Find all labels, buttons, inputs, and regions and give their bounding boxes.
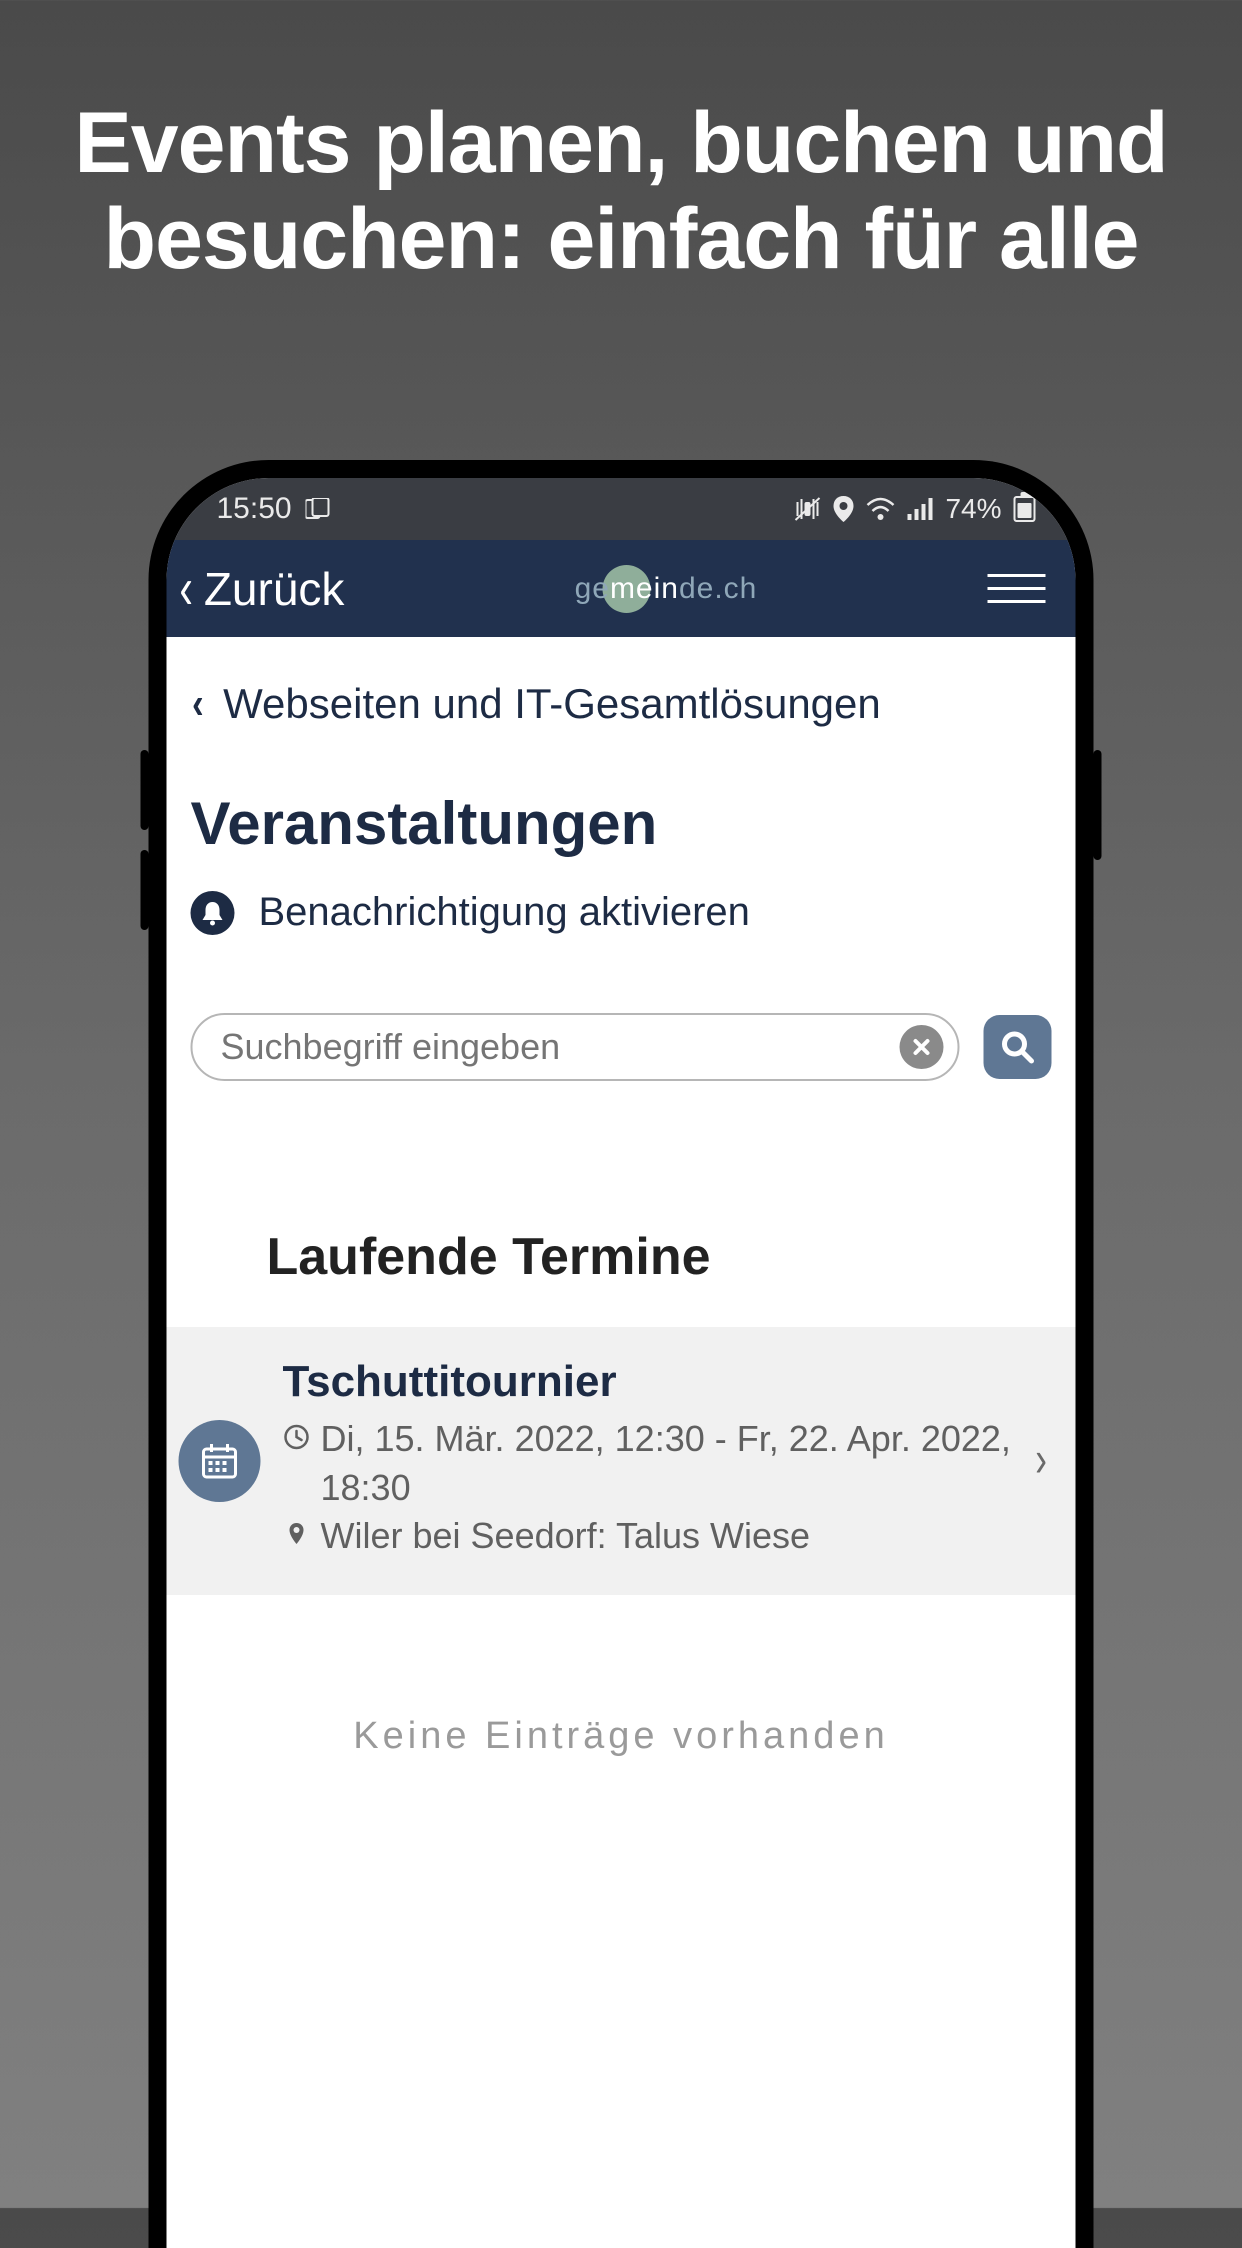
search-field[interactable]: [191, 1013, 960, 1081]
event-when: Di, 15. Mär. 2022, 12:30 - Fr, 22. Apr. …: [321, 1415, 1023, 1512]
status-time: 15:50: [217, 492, 292, 526]
calendar-icon: [179, 1420, 261, 1502]
search-icon: [1000, 1029, 1036, 1065]
section-title: Laufende Termine: [167, 1087, 1076, 1327]
clear-search-button[interactable]: [900, 1025, 944, 1069]
signal-icon: [907, 498, 933, 520]
task-icon: [306, 498, 330, 520]
breadcrumb[interactable]: ‹ Webseiten und IT-Gesamtlösungen: [167, 637, 1076, 767]
event-where: Wiler bei Seedorf: Talus Wiese: [321, 1512, 1023, 1561]
close-icon: [911, 1036, 933, 1058]
back-button[interactable]: ‹ Zurück: [177, 560, 345, 618]
pin-icon: [283, 1512, 311, 1561]
phone-mockup: 15:50: [149, 460, 1094, 2248]
battery-percentage: 74%: [945, 493, 1001, 525]
event-list-item[interactable]: Tschuttitournier Di, 15. Mär. 2022, 12:3…: [167, 1327, 1076, 1595]
page-title: Veranstaltungen: [167, 767, 1076, 886]
location-icon: [833, 496, 853, 522]
content-area: ‹ Webseiten und IT-Gesamtlösungen Verans…: [167, 637, 1076, 1758]
bell-icon: [191, 891, 235, 935]
wifi-icon: [865, 497, 895, 521]
search-button[interactable]: [984, 1015, 1052, 1079]
breadcrumb-label: Webseiten und IT-Gesamtlösungen: [223, 680, 881, 728]
back-label: Zurück: [204, 562, 345, 616]
chevron-right-icon: ›: [1027, 1430, 1047, 1488]
promo-headline: Events planen, buchen und besuchen: einf…: [0, 0, 1242, 288]
status-bar: 15:50: [167, 478, 1076, 540]
empty-state-message: Keine Einträge vorhanden: [167, 1595, 1076, 1758]
search-input[interactable]: [221, 1026, 900, 1068]
chevron-left-icon: ‹: [192, 679, 204, 729]
event-title: Tschuttitournier: [283, 1357, 1023, 1407]
menu-button[interactable]: [988, 574, 1046, 603]
notify-label: Benachrichtigung aktivieren: [259, 890, 750, 935]
search-row: [167, 985, 1076, 1087]
battery-icon: [1014, 496, 1036, 522]
app-header: ‹ Zurück gemeinde.ch: [167, 540, 1076, 637]
app-logo: gemeinde.ch: [575, 572, 758, 606]
enable-notifications-button[interactable]: Benachrichtigung aktivieren: [167, 886, 1076, 985]
clock-icon: [283, 1415, 311, 1512]
chevron-left-icon: ‹: [179, 560, 193, 618]
vibrate-icon: [793, 496, 821, 522]
